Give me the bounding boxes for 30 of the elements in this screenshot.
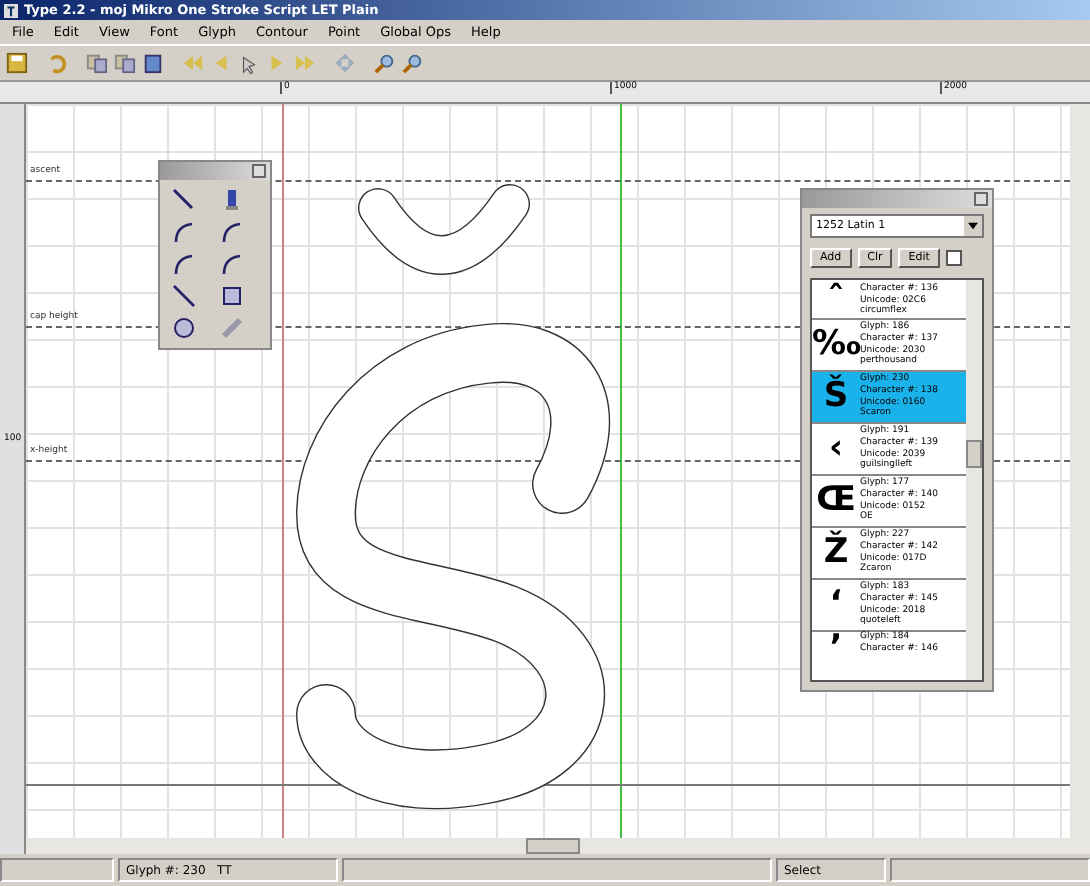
copy-icon[interactable] [114, 52, 136, 74]
curve-icon[interactable] [172, 252, 196, 276]
glyph-preview: ‘ [827, 588, 845, 622]
status-bar-panel [0, 858, 114, 882]
paste-icon[interactable] [142, 52, 164, 74]
glyph-outline-drawing[interactable] [296, 184, 610, 810]
curve-icon[interactable] [219, 252, 243, 276]
app-icon [4, 3, 18, 17]
glyph-preview: ˆ [825, 284, 847, 318]
curve-icon[interactable] [172, 220, 196, 244]
zoom-in-icon[interactable] [374, 52, 396, 74]
zoom-out-icon[interactable] [402, 52, 424, 74]
checkbox[interactable] [945, 250, 962, 266]
glyph-preview: ‹ [826, 432, 845, 466]
close-icon[interactable] [252, 164, 266, 178]
glyph-preview: ’ [827, 632, 845, 666]
square-icon[interactable] [219, 284, 243, 308]
caret-icon [968, 222, 978, 230]
circle-icon[interactable] [172, 316, 196, 340]
scrollbar[interactable] [1070, 104, 1090, 854]
scrollbar[interactable] [26, 838, 1070, 854]
line-icon[interactable] [172, 284, 196, 308]
glyph-canvas[interactable] [26, 104, 1070, 854]
glyph-preview: Œ [814, 484, 858, 518]
scrollbar[interactable] [966, 280, 982, 680]
glyph-preview: ‰ [812, 328, 860, 362]
curve-icon[interactable] [219, 220, 243, 244]
copy-icon[interactable] [86, 52, 108, 74]
close-icon[interactable] [974, 192, 988, 206]
pen-icon[interactable] [172, 188, 196, 212]
